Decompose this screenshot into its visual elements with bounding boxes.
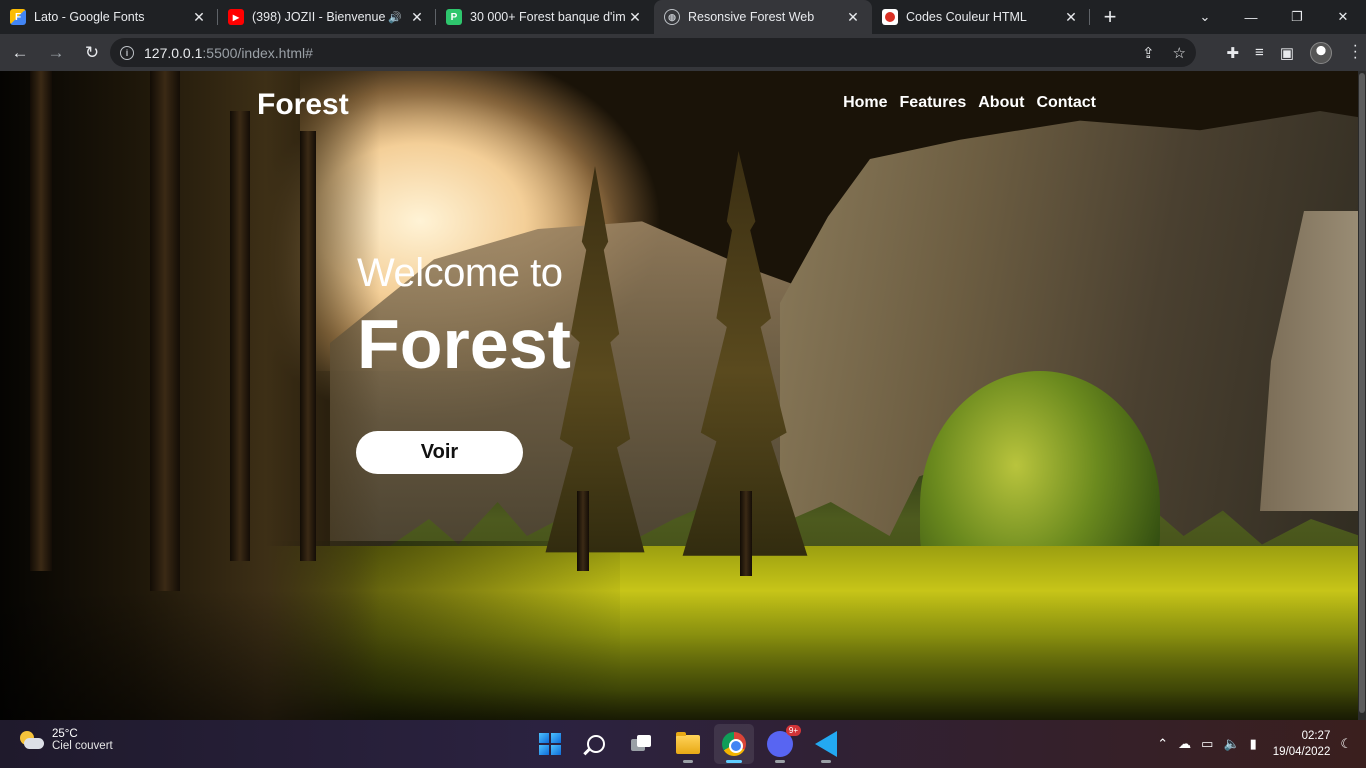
site-info-icon[interactable]: i bbox=[120, 45, 134, 60]
tab-separator bbox=[1089, 9, 1090, 25]
page-scrollbar[interactable] bbox=[1358, 71, 1366, 720]
speaker-icon[interactable]: 🔊 bbox=[388, 11, 402, 24]
hero-title: Forest bbox=[357, 305, 571, 383]
browser-toolbar: ← → ↻ i 127.0.0.1:5500/index.html# ⇪ ☆ ✚… bbox=[0, 34, 1366, 71]
task-view-icon bbox=[631, 735, 653, 753]
running-indicator bbox=[821, 760, 831, 763]
close-window-button[interactable]: ✕ bbox=[1320, 0, 1366, 34]
volume-icon[interactable]: 🔈 bbox=[1223, 736, 1239, 752]
menu-kebab-icon[interactable]: · · · bbox=[1353, 38, 1358, 66]
nav-link-home[interactable]: Home bbox=[843, 94, 887, 112]
discord-button[interactable]: 9+ bbox=[760, 724, 801, 764]
tab-title: 30 000+ Forest banque d'ima bbox=[470, 10, 626, 24]
notification-badge: 9+ bbox=[785, 725, 801, 736]
profile-avatar[interactable] bbox=[1310, 41, 1332, 64]
nav-link-contact[interactable]: Contact bbox=[1036, 94, 1096, 112]
site-logo[interactable]: Forest bbox=[257, 88, 349, 122]
close-icon[interactable]: ✕ bbox=[408, 8, 426, 26]
window-controls: ⌄ — ❐ ✕ bbox=[1182, 0, 1366, 34]
html-colors-icon bbox=[882, 9, 898, 25]
address-bar-actions: ⇪ ☆ bbox=[1142, 38, 1186, 67]
focus-assist-moon-icon[interactable]: ☾ bbox=[1340, 736, 1352, 752]
tab-pixabay[interactable]: P 30 000+ Forest banque d'ima ✕ bbox=[436, 0, 654, 34]
address-bar[interactable]: i 127.0.0.1:5500/index.html# ⇪ ☆ bbox=[110, 38, 1196, 67]
running-indicator bbox=[683, 760, 693, 763]
system-tray: ⌃ ☁ ▭ 🔈 ▮ 02:27 19/04/2022 ☾ bbox=[1157, 720, 1352, 768]
media-control-icon[interactable]: ≡ bbox=[1255, 44, 1264, 61]
nav-link-features[interactable]: Features bbox=[900, 94, 967, 112]
folder-icon bbox=[676, 731, 700, 754]
url-host: 127.0.0.1 bbox=[144, 44, 203, 61]
back-button[interactable]: ← bbox=[4, 37, 36, 69]
toolbar-extensions: ✚ ≡ ▣ bbox=[1226, 34, 1332, 71]
windows-logo-icon bbox=[539, 733, 561, 755]
tab-strip: F Lato - Google Fonts ✕ ▶ (398) JOZII - … bbox=[0, 0, 1366, 34]
hero-vignette bbox=[0, 71, 1358, 720]
hero-welcome-text: Welcome to bbox=[357, 251, 563, 295]
start-button[interactable] bbox=[530, 724, 570, 764]
tab-title: (398) JOZII - Bienvenue a bbox=[252, 10, 389, 24]
running-indicator bbox=[775, 760, 785, 763]
tab-title: Lato - Google Fonts bbox=[34, 10, 145, 24]
search-icon bbox=[587, 735, 605, 753]
weather-description: Ciel couvert bbox=[52, 740, 113, 752]
tab-google-fonts[interactable]: F Lato - Google Fonts ✕ bbox=[0, 0, 218, 34]
tab-forest-web[interactable]: ◍ Resonsive Forest Web ✕ bbox=[654, 0, 872, 34]
file-explorer-button[interactable] bbox=[668, 724, 708, 764]
tab-html-colors[interactable]: Codes Couleur HTML ✕ bbox=[872, 0, 1090, 34]
share-icon[interactable]: ⇪ bbox=[1142, 44, 1155, 62]
tab-title: Resonsive Forest Web bbox=[688, 10, 815, 24]
clock-time: 02:27 bbox=[1301, 730, 1331, 742]
close-icon[interactable]: ✕ bbox=[844, 8, 862, 26]
pixabay-icon: P bbox=[446, 9, 462, 25]
task-view-button[interactable] bbox=[622, 724, 662, 764]
close-icon[interactable]: ✕ bbox=[626, 8, 644, 26]
minimize-button[interactable]: — bbox=[1228, 0, 1274, 34]
google-fonts-icon: F bbox=[10, 9, 26, 25]
search-button[interactable] bbox=[576, 724, 616, 764]
chrome-icon bbox=[722, 732, 746, 756]
site-header: Forest Home Features About Contact bbox=[0, 71, 1358, 141]
forward-button[interactable]: → bbox=[40, 37, 72, 69]
new-tab-button[interactable]: + bbox=[1090, 0, 1130, 34]
url-path: :5500/index.html# bbox=[202, 44, 313, 61]
partly-cloudy-icon bbox=[18, 729, 44, 751]
close-icon[interactable]: ✕ bbox=[190, 8, 208, 26]
taskbar-apps: 9+ bbox=[530, 724, 846, 764]
hero-content: Welcome to Forest Voir bbox=[356, 251, 571, 474]
clock[interactable]: 02:27 19/04/2022 bbox=[1273, 728, 1331, 760]
vscode-icon bbox=[815, 731, 837, 757]
discord-icon: 9+ bbox=[767, 725, 801, 757]
youtube-icon: ▶ bbox=[228, 9, 244, 25]
chevron-up-icon[interactable]: ⌃ bbox=[1157, 736, 1168, 752]
tab-search-chevron-icon[interactable]: ⌄ bbox=[1182, 0, 1228, 34]
page-viewport: Forest Home Features About Contact Welco… bbox=[0, 71, 1358, 720]
voir-button[interactable]: Voir bbox=[356, 431, 523, 474]
scrollbar-thumb[interactable] bbox=[1359, 73, 1365, 713]
onedrive-cloud-icon[interactable]: ☁ bbox=[1178, 736, 1191, 752]
weather-temperature: 25°C bbox=[52, 728, 78, 740]
globe-icon: ◍ bbox=[664, 9, 680, 25]
extensions-puzzle-icon[interactable]: ✚ bbox=[1226, 44, 1239, 62]
close-icon[interactable]: ✕ bbox=[1062, 8, 1080, 26]
tab-title: Codes Couleur HTML bbox=[906, 10, 1027, 24]
clock-date: 19/04/2022 bbox=[1272, 746, 1331, 758]
reload-button[interactable]: ↻ bbox=[76, 37, 108, 69]
chrome-button[interactable] bbox=[714, 724, 754, 764]
site-nav-menu: Home Features About Contact bbox=[843, 94, 1096, 112]
nav-link-about[interactable]: About bbox=[978, 94, 1024, 112]
tab-youtube[interactable]: ▶ (398) JOZII - Bienvenue a 🔊 ✕ bbox=[218, 0, 436, 34]
side-panel-icon[interactable]: ▣ bbox=[1280, 44, 1294, 62]
vscode-button[interactable] bbox=[806, 724, 846, 764]
windows-taskbar: 25°C Ciel couvert 9+ ⌃ ☁ ▭ 🔈 ▮ 02:27 19/… bbox=[0, 720, 1366, 768]
restore-button[interactable]: ❐ bbox=[1274, 0, 1320, 34]
bookmark-star-icon[interactable]: ☆ bbox=[1173, 44, 1186, 62]
active-indicator bbox=[726, 760, 742, 763]
network-icon[interactable]: ▭ bbox=[1201, 736, 1213, 752]
battery-icon[interactable]: ▮ bbox=[1250, 736, 1257, 752]
weather-widget[interactable]: 25°C Ciel couvert bbox=[18, 728, 113, 752]
